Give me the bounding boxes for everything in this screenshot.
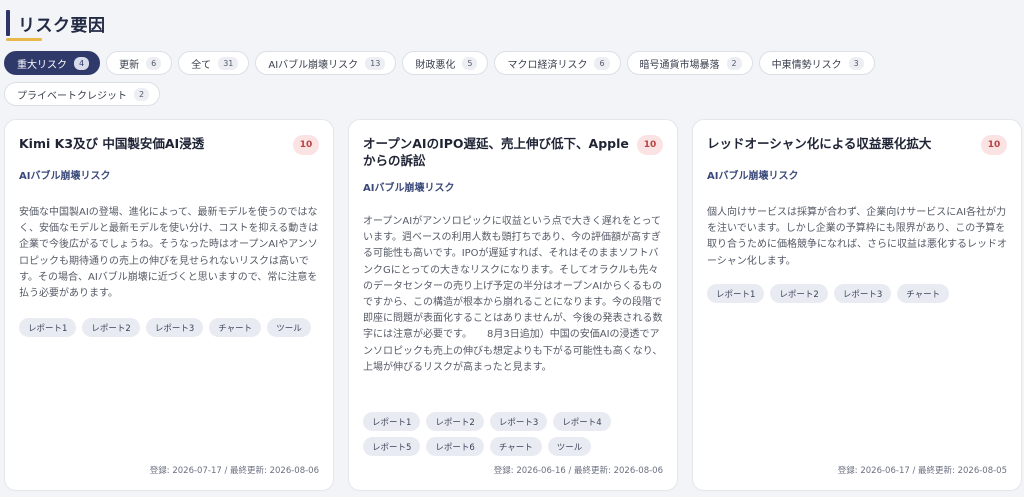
page-header: リスク要因 [0,0,1024,46]
filter-chip-count: 2 [134,87,150,101]
filter-chip-count: 4 [74,56,90,70]
tag-chip[interactable]: レポート6 [426,437,484,456]
tag-chip[interactable]: ツール [547,437,592,456]
filter-chip-label: AIバブル崩壊リスク [268,59,359,71]
tag-list: レポート1 レポート2 レポート3 レポート4 レポート5 レポート6 チャート… [363,412,667,456]
tag-chip[interactable]: レポート2 [770,284,828,303]
filter-chip-label: 暗号通貨市場暴落 [639,59,720,71]
tag-chip[interactable]: レポート3 [145,318,204,337]
filter-chip-fiscal[interactable]: 財政悪化 5 [402,51,489,75]
filter-chip-macro[interactable]: マクロ経済リスク 6 [494,51,621,75]
score-badge: 10 [637,135,663,155]
filter-chip-label: プライベートクレジット [17,90,127,102]
filter-chip-private-credit[interactable]: プライベートクレジット 2 [4,82,161,106]
tag-chip[interactable]: レポート2 [426,412,484,431]
tag-list: レポート1 レポート2 レポート3 チャート [707,284,1011,303]
card-title: レッドオーシャン化による収益悪化拡大 [707,136,932,151]
filter-chip-row: プライベートクレジット 2 [4,82,1020,106]
filter-chip-all[interactable]: 全て 31 [178,51,250,75]
filter-chip-count: 3 [848,56,864,70]
tag-chip[interactable]: チャート [897,284,950,303]
filter-chip-critical[interactable]: 重大リスク 4 [4,51,101,75]
tag-chip[interactable]: レポート3 [489,412,548,431]
card-category: AIバブル崩壊リスク [19,171,111,182]
card-dates: 登録: 2026-07-17 / 最終更新: 2026-08-06 [149,466,319,476]
title-underline [6,38,42,41]
tag-chip[interactable]: レポート2 [82,318,140,337]
filter-chip-row: 重大リスク 4 更新 6 全て 31 AIバブル崩壊リスク 13 財政悪化 5 … [4,51,1020,75]
card-body: オープンAIがアンソロピックに収益という点で大きく遅れをとっています。週ベースの… [363,216,663,373]
tag-chip[interactable]: レポート1 [19,318,77,337]
card-title: Kimi K3及び 中国製安価AI浸透 [19,136,205,151]
tag-chip[interactable]: チャート [209,318,262,337]
filter-chip-label: マクロ経済リスク [507,59,588,71]
card-body: 安価な中国製AIの登場、進化によって、最新モデルを使うのではなく、安価なモデルと… [19,207,319,300]
risk-card[interactable]: オープンAIのIPO遅延、売上伸び低下、Appleからの訴訟 10 AIバブル崩… [348,119,678,491]
filter-chip-count: 31 [218,56,239,70]
filter-chip-label: 更新 [119,59,140,71]
card-category: AIバブル崩壊リスク [363,183,455,194]
tag-chip[interactable]: レポート3 [833,284,892,303]
page-title: リスク要因 [18,16,106,36]
tag-chip[interactable]: ツール [267,318,311,337]
tag-chip[interactable]: レポート1 [707,284,765,303]
tag-chip[interactable]: レポート5 [363,437,421,456]
filter-chip-count: 6 [146,56,162,70]
tag-chip[interactable]: レポート4 [553,412,611,431]
score-badge: 10 [293,135,319,155]
tag-chip[interactable]: チャート [489,437,542,456]
tag-list: レポート1 レポート2 レポート3 チャート ツール [19,318,323,337]
tag-chip[interactable]: レポート1 [363,412,421,431]
card-dates: 登録: 2026-06-17 / 最終更新: 2026-08-05 [837,466,1007,476]
filter-chip-crypto[interactable]: 暗号通貨市場暴落 2 [626,51,753,75]
risk-card[interactable]: レッドオーシャン化による収益悪化拡大 10 AIバブル崩壊リスク 個人向けサービ… [692,119,1022,491]
filter-chip-count: 2 [726,56,742,70]
filter-chip-label: 中東情勢リスク [771,59,842,71]
filter-chip-label: 全て [191,59,212,71]
filter-chip-middle-east[interactable]: 中東情勢リスク 3 [758,51,875,75]
filter-chip-label: 重大リスク [17,59,67,71]
filter-chip-count: 13 [365,56,386,70]
card-dates: 登録: 2026-06-16 / 最終更新: 2026-08-06 [493,466,663,476]
card-category: AIバブル崩壊リスク [707,171,799,182]
filter-chip-count: 6 [594,56,610,70]
card-title: オープンAIのIPO遅延、売上伸び低下、Appleからの訴訟 [363,136,629,168]
risk-card[interactable]: Kimi K3及び 中国製安価AI浸透 10 AIバブル崩壊リスク 安価な中国製… [4,119,334,491]
card-body: 個人向けサービスは採算が合わず、企業向けサービスにAI各社が力を注いでいます。し… [707,207,1007,267]
score-badge: 10 [981,135,1007,155]
title-accent-bar [6,10,10,36]
filter-chip-updated[interactable]: 更新 6 [106,51,173,75]
filter-chip-label: 財政悪化 [415,59,456,71]
filter-chip-ai-bubble[interactable]: AIバブル崩壊リスク 13 [255,51,397,75]
filter-chip-count: 5 [462,56,478,70]
